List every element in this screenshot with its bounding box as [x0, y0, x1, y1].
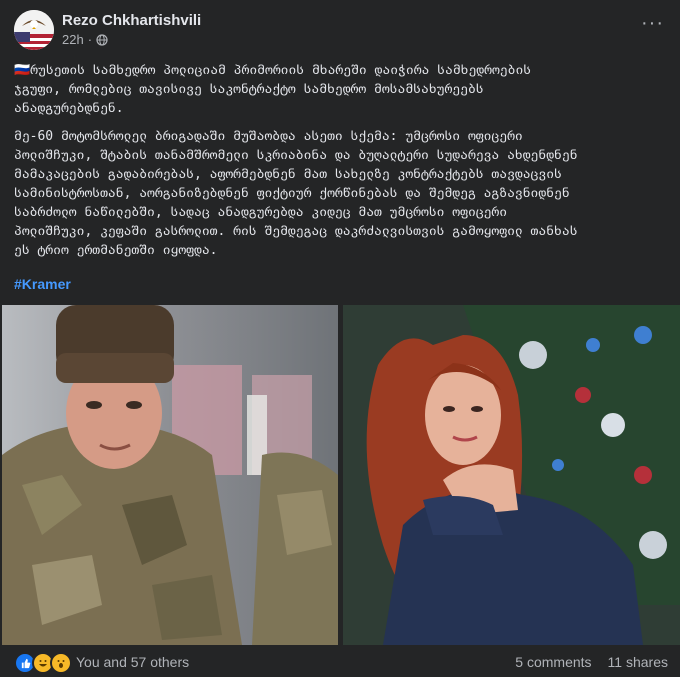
paragraph-line: პოლიშჩუკი, კეფაში გასროლით. რის შემდეგაც… [14, 224, 578, 239]
paragraph-line: ეს ტრიო ერთმანეთში იყოფდა. [14, 243, 218, 258]
comments-count[interactable]: 5 comments [515, 654, 591, 670]
author-name[interactable]: Rezo Chkhartishvili [62, 12, 201, 29]
reaction-icons[interactable] [14, 652, 72, 674]
more-options-button[interactable]: ··· [641, 12, 664, 35]
shares-count[interactable]: 11 shares [608, 654, 668, 670]
wow-icon [50, 652, 72, 674]
paragraph-line: ანადგურებდნენ. [14, 101, 124, 116]
facebook-post: Rezo Chkhartishvili 22h · ··· 🇷🇺რუსეთის … [0, 0, 680, 677]
hashtag-link[interactable]: #Kramer [14, 276, 71, 292]
author-avatar[interactable] [14, 10, 54, 50]
paragraph-line: მამაკაცების გადაბირებას, აფორმებდნენ მათ… [14, 167, 562, 182]
post-footer: You and 57 others 5 comments 11 shares [14, 652, 668, 674]
post-time[interactable]: 22h [62, 32, 84, 47]
paragraph-line: 🇷🇺რუსეთის სამხედრო პოლიციამ პრიმორიის მხ… [14, 63, 532, 78]
globe-icon [96, 33, 108, 46]
paragraph-line: ჯგუფი, რომლებიც თავისივე საკონტრაქტო სამ… [14, 82, 484, 97]
post-paragraph-2: მე-60 მოტომსროლელ ბრიგადაში მუშაობდა ასე… [14, 127, 666, 260]
photo-woman-christmas-tree[interactable] [343, 305, 680, 645]
photo-man-in-camouflage[interactable] [2, 305, 338, 645]
paragraph-line: პოლიშჩუკი, შტაბის თანამშრომელი სკრიაბინა… [14, 148, 578, 163]
woman-photo-illustration [343, 305, 680, 645]
post-meta: 22h · [62, 32, 108, 47]
post-paragraph-1: 🇷🇺რუსეთის სამხედრო პოლიციამ პრიმორიის მხ… [14, 61, 666, 118]
meta-separator: · [87, 32, 93, 47]
likes-count[interactable]: You and 57 others [76, 654, 189, 670]
engagement-counts: 5 comments 11 shares [515, 654, 668, 670]
man-photo-illustration [2, 305, 338, 645]
paragraph-line: სამინისტროსთან, აორგანიზებდნენ ფიქტიურ ქ… [14, 186, 570, 201]
paragraph-line: მე-60 მოტომსროლელ ბრიგადაში მუშაობდა ასე… [14, 129, 523, 144]
paragraph-line: საბრძოლო ნაწილებში, სადაც ანადგურებდა კი… [14, 205, 508, 220]
eagle-flag-avatar-image [14, 10, 54, 50]
post-header: Rezo Chkhartishvili 22h · ··· [14, 10, 670, 54]
